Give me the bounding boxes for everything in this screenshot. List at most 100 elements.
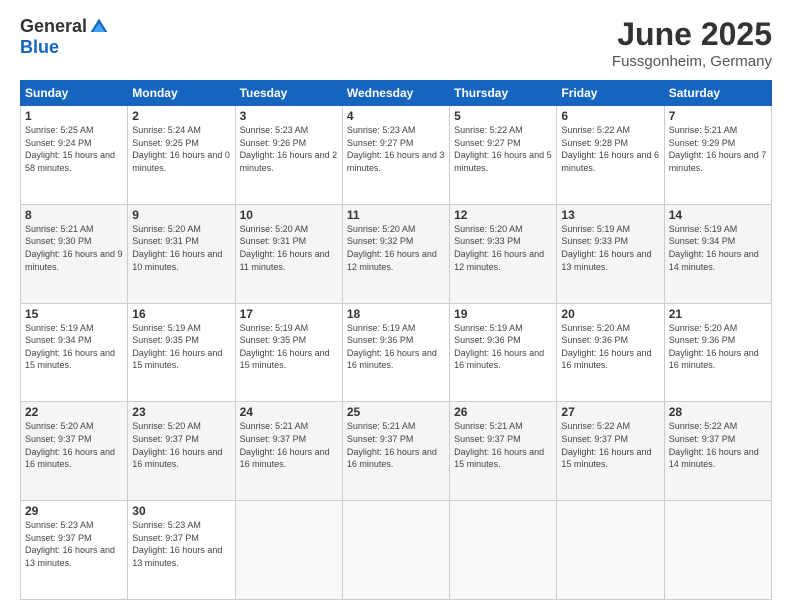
day-number: 18	[347, 307, 445, 321]
day-number: 9	[132, 208, 230, 222]
page: General Blue June 2025 Fussgonheim, Germ…	[0, 0, 792, 612]
day-info: Sunrise: 5:19 AMSunset: 9:33 PMDaylight:…	[561, 223, 659, 273]
day-info: Sunrise: 5:21 AMSunset: 9:37 PMDaylight:…	[454, 420, 552, 470]
day-info: Sunrise: 5:19 AMSunset: 9:35 PMDaylight:…	[132, 322, 230, 372]
day-info: Sunrise: 5:23 AMSunset: 9:27 PMDaylight:…	[347, 124, 445, 174]
day-number: 27	[561, 405, 659, 419]
table-row	[342, 501, 449, 600]
table-row: 15Sunrise: 5:19 AMSunset: 9:34 PMDayligh…	[21, 303, 128, 402]
week-row-4: 22Sunrise: 5:20 AMSunset: 9:37 PMDayligh…	[21, 402, 772, 501]
table-row: 1Sunrise: 5:25 AMSunset: 9:24 PMDaylight…	[21, 106, 128, 205]
table-row: 24Sunrise: 5:21 AMSunset: 9:37 PMDayligh…	[235, 402, 342, 501]
day-number: 20	[561, 307, 659, 321]
day-number: 14	[669, 208, 767, 222]
logo-icon	[89, 17, 109, 37]
month-title: June 2025	[612, 16, 772, 53]
day-number: 1	[25, 109, 123, 123]
day-info: Sunrise: 5:22 AMSunset: 9:28 PMDaylight:…	[561, 124, 659, 174]
col-tuesday: Tuesday	[235, 81, 342, 106]
table-row: 30Sunrise: 5:23 AMSunset: 9:37 PMDayligh…	[128, 501, 235, 600]
table-row: 10Sunrise: 5:20 AMSunset: 9:31 PMDayligh…	[235, 204, 342, 303]
table-row: 25Sunrise: 5:21 AMSunset: 9:37 PMDayligh…	[342, 402, 449, 501]
table-row: 26Sunrise: 5:21 AMSunset: 9:37 PMDayligh…	[450, 402, 557, 501]
table-row: 20Sunrise: 5:20 AMSunset: 9:36 PMDayligh…	[557, 303, 664, 402]
day-number: 12	[454, 208, 552, 222]
calendar-table: Sunday Monday Tuesday Wednesday Thursday…	[20, 80, 772, 600]
day-info: Sunrise: 5:21 AMSunset: 9:37 PMDaylight:…	[347, 420, 445, 470]
day-info: Sunrise: 5:19 AMSunset: 9:34 PMDaylight:…	[25, 322, 123, 372]
day-info: Sunrise: 5:23 AMSunset: 9:37 PMDaylight:…	[132, 519, 230, 569]
table-row: 22Sunrise: 5:20 AMSunset: 9:37 PMDayligh…	[21, 402, 128, 501]
day-number: 13	[561, 208, 659, 222]
day-info: Sunrise: 5:19 AMSunset: 9:36 PMDaylight:…	[347, 322, 445, 372]
day-info: Sunrise: 5:21 AMSunset: 9:37 PMDaylight:…	[240, 420, 338, 470]
day-info: Sunrise: 5:20 AMSunset: 9:36 PMDaylight:…	[561, 322, 659, 372]
day-number: 26	[454, 405, 552, 419]
table-row: 29Sunrise: 5:23 AMSunset: 9:37 PMDayligh…	[21, 501, 128, 600]
header-row: Sunday Monday Tuesday Wednesday Thursday…	[21, 81, 772, 106]
table-row: 11Sunrise: 5:20 AMSunset: 9:32 PMDayligh…	[342, 204, 449, 303]
day-number: 11	[347, 208, 445, 222]
day-number: 22	[25, 405, 123, 419]
col-monday: Monday	[128, 81, 235, 106]
table-row: 9Sunrise: 5:20 AMSunset: 9:31 PMDaylight…	[128, 204, 235, 303]
col-friday: Friday	[557, 81, 664, 106]
table-row: 14Sunrise: 5:19 AMSunset: 9:34 PMDayligh…	[664, 204, 771, 303]
col-sunday: Sunday	[21, 81, 128, 106]
day-number: 28	[669, 405, 767, 419]
table-row: 4Sunrise: 5:23 AMSunset: 9:27 PMDaylight…	[342, 106, 449, 205]
day-info: Sunrise: 5:23 AMSunset: 9:37 PMDaylight:…	[25, 519, 123, 569]
day-number: 4	[347, 109, 445, 123]
day-info: Sunrise: 5:22 AMSunset: 9:27 PMDaylight:…	[454, 124, 552, 174]
table-row: 13Sunrise: 5:19 AMSunset: 9:33 PMDayligh…	[557, 204, 664, 303]
day-number: 19	[454, 307, 552, 321]
table-row: 6Sunrise: 5:22 AMSunset: 9:28 PMDaylight…	[557, 106, 664, 205]
table-row: 23Sunrise: 5:20 AMSunset: 9:37 PMDayligh…	[128, 402, 235, 501]
week-row-5: 29Sunrise: 5:23 AMSunset: 9:37 PMDayligh…	[21, 501, 772, 600]
table-row: 27Sunrise: 5:22 AMSunset: 9:37 PMDayligh…	[557, 402, 664, 501]
location: Fussgonheim, Germany	[612, 53, 772, 70]
day-info: Sunrise: 5:20 AMSunset: 9:37 PMDaylight:…	[25, 420, 123, 470]
day-number: 8	[25, 208, 123, 222]
day-info: Sunrise: 5:22 AMSunset: 9:37 PMDaylight:…	[561, 420, 659, 470]
day-info: Sunrise: 5:21 AMSunset: 9:29 PMDaylight:…	[669, 124, 767, 174]
day-info: Sunrise: 5:19 AMSunset: 9:36 PMDaylight:…	[454, 322, 552, 372]
logo-general-text: General	[20, 16, 87, 37]
day-number: 16	[132, 307, 230, 321]
table-row: 12Sunrise: 5:20 AMSunset: 9:33 PMDayligh…	[450, 204, 557, 303]
header: General Blue June 2025 Fussgonheim, Germ…	[20, 16, 772, 70]
day-number: 21	[669, 307, 767, 321]
day-number: 24	[240, 405, 338, 419]
table-row	[450, 501, 557, 600]
table-row: 8Sunrise: 5:21 AMSunset: 9:30 PMDaylight…	[21, 204, 128, 303]
week-row-2: 8Sunrise: 5:21 AMSunset: 9:30 PMDaylight…	[21, 204, 772, 303]
day-number: 10	[240, 208, 338, 222]
day-number: 29	[25, 504, 123, 518]
table-row: 2Sunrise: 5:24 AMSunset: 9:25 PMDaylight…	[128, 106, 235, 205]
day-info: Sunrise: 5:20 AMSunset: 9:37 PMDaylight:…	[132, 420, 230, 470]
day-number: 25	[347, 405, 445, 419]
day-info: Sunrise: 5:20 AMSunset: 9:33 PMDaylight:…	[454, 223, 552, 273]
day-info: Sunrise: 5:24 AMSunset: 9:25 PMDaylight:…	[132, 124, 230, 174]
day-number: 23	[132, 405, 230, 419]
col-saturday: Saturday	[664, 81, 771, 106]
table-row: 5Sunrise: 5:22 AMSunset: 9:27 PMDaylight…	[450, 106, 557, 205]
calendar-body: 1Sunrise: 5:25 AMSunset: 9:24 PMDaylight…	[21, 106, 772, 600]
day-info: Sunrise: 5:19 AMSunset: 9:35 PMDaylight:…	[240, 322, 338, 372]
day-info: Sunrise: 5:22 AMSunset: 9:37 PMDaylight:…	[669, 420, 767, 470]
day-info: Sunrise: 5:20 AMSunset: 9:31 PMDaylight:…	[240, 223, 338, 273]
col-thursday: Thursday	[450, 81, 557, 106]
day-info: Sunrise: 5:21 AMSunset: 9:30 PMDaylight:…	[25, 223, 123, 273]
table-row: 28Sunrise: 5:22 AMSunset: 9:37 PMDayligh…	[664, 402, 771, 501]
table-row: 18Sunrise: 5:19 AMSunset: 9:36 PMDayligh…	[342, 303, 449, 402]
day-info: Sunrise: 5:19 AMSunset: 9:34 PMDaylight:…	[669, 223, 767, 273]
table-row	[664, 501, 771, 600]
col-wednesday: Wednesday	[342, 81, 449, 106]
day-number: 5	[454, 109, 552, 123]
table-row	[235, 501, 342, 600]
table-row	[557, 501, 664, 600]
day-info: Sunrise: 5:20 AMSunset: 9:31 PMDaylight:…	[132, 223, 230, 273]
day-number: 6	[561, 109, 659, 123]
table-row: 3Sunrise: 5:23 AMSunset: 9:26 PMDaylight…	[235, 106, 342, 205]
day-number: 3	[240, 109, 338, 123]
